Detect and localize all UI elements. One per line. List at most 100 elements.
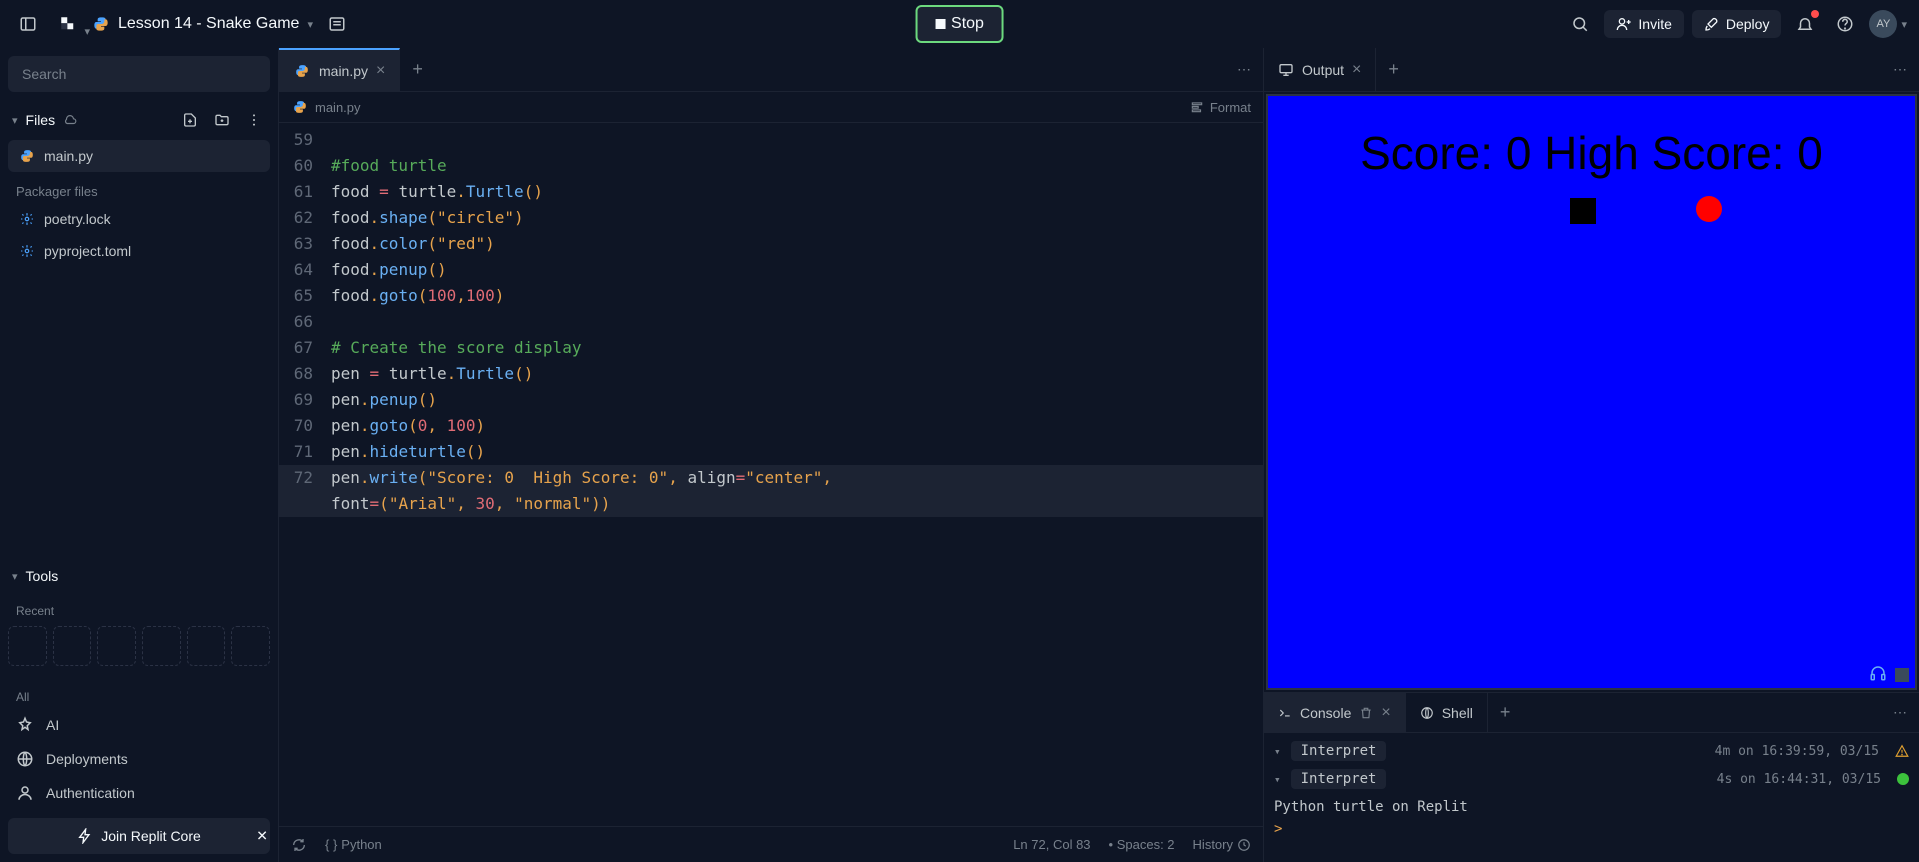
replit-logo-icon[interactable]: ▾ [52, 8, 84, 40]
tab-console[interactable]: Console × [1264, 693, 1406, 732]
tab-output[interactable]: Output × [1264, 48, 1376, 91]
line-number: 65 [279, 283, 331, 309]
code-content: food.color("red") [331, 231, 1263, 257]
code-line[interactable]: 67# Create the score display [279, 335, 1263, 361]
code-editor[interactable]: 5960#food turtle61food = turtle.Turtle()… [279, 123, 1263, 826]
close-icon[interactable]: × [1381, 704, 1390, 722]
spaces-indicator[interactable]: • Spaces: 2 [1109, 837, 1175, 852]
recent-placeholder[interactable] [231, 626, 270, 666]
console-body[interactable]: ▾Interpret4m on 16:39:59, 03/15▾Interpre… [1264, 733, 1919, 862]
recent-placeholder[interactable] [97, 626, 136, 666]
language-indicator[interactable]: { } Python [325, 837, 382, 852]
code-line[interactable]: 65food.goto(100,100) [279, 283, 1263, 309]
code-line[interactable]: 66 [279, 309, 1263, 335]
python-icon [92, 15, 110, 33]
close-icon[interactable]: × [376, 62, 385, 80]
output-canvas[interactable]: Score: 0 High Score: 0 [1266, 94, 1917, 690]
console-pane: Console × Shell + ⋯ ▾Interpret4m on 16:3… [1264, 692, 1919, 862]
line-number: 70 [279, 413, 331, 439]
join-core-label: Join Replit Core [101, 828, 201, 844]
code-line[interactable]: 59 [279, 127, 1263, 153]
tools-header[interactable]: ▾ Tools [8, 560, 270, 592]
invite-button[interactable]: Invite [1604, 10, 1683, 38]
sidebar: Search ▾ Files main.py Packager files po… [0, 48, 278, 862]
invite-label: Invite [1638, 16, 1671, 32]
file-item[interactable]: pyproject.toml [8, 235, 270, 267]
add-tab-button[interactable]: + [1376, 59, 1411, 80]
code-line[interactable]: 60#food turtle [279, 153, 1263, 179]
tool-item-authentication[interactable]: Authentication [8, 776, 270, 810]
code-content: food = turtle.Turtle() [331, 179, 1263, 205]
search-input[interactable]: Search [8, 56, 270, 92]
code-line[interactable]: 72pen.write("Score: 0 High Score: 0", al… [279, 465, 1263, 491]
resize-handle[interactable] [1895, 668, 1909, 682]
new-file-icon[interactable] [178, 108, 202, 132]
code-content: pen.write("Score: 0 High Score: 0", alig… [331, 465, 1263, 491]
add-tab-button[interactable]: + [1488, 702, 1523, 723]
refresh-icon[interactable] [291, 837, 307, 853]
code-line[interactable]: 68pen = turtle.Turtle() [279, 361, 1263, 387]
file-item[interactable]: main.py [8, 140, 270, 172]
code-content: food.goto(100,100) [331, 283, 1263, 309]
tabs-more-icon[interactable]: ⋯ [1881, 61, 1919, 78]
new-folder-icon[interactable] [210, 108, 234, 132]
recent-placeholder[interactable] [142, 626, 181, 666]
code-line[interactable]: 62food.shape("circle") [279, 205, 1263, 231]
tool-item-ai[interactable]: AI [8, 708, 270, 742]
avatar: AY [1869, 10, 1897, 38]
interpret-label: Interpret [1291, 741, 1387, 761]
tabs-more-icon[interactable]: ⋯ [1881, 704, 1919, 721]
format-button[interactable]: Format [1190, 100, 1251, 115]
tabs-more-icon[interactable]: ⋯ [1225, 61, 1263, 78]
recent-tools [8, 622, 270, 678]
layout-sidebar-icon[interactable] [12, 8, 44, 40]
tab-shell[interactable]: Shell [1406, 693, 1488, 732]
join-core-banner[interactable]: Join Replit Core ✕ [8, 818, 270, 854]
recent-placeholder[interactable] [8, 626, 47, 666]
breadcrumb-file[interactable]: main.py [315, 100, 361, 115]
tab-main-py[interactable]: main.py × [279, 48, 400, 91]
line-number: 68 [279, 361, 331, 387]
chevron-down-icon: ▾ [12, 114, 18, 127]
line-number: 61 [279, 179, 331, 205]
code-line[interactable]: 69pen.penup() [279, 387, 1263, 413]
status-ok-icon [1897, 773, 1909, 785]
deploy-button[interactable]: Deploy [1692, 10, 1782, 38]
code-line[interactable]: 63food.color("red") [279, 231, 1263, 257]
shell-icon [1420, 706, 1434, 720]
code-line[interactable]: 61food = turtle.Turtle() [279, 179, 1263, 205]
user-menu[interactable]: AY ▾ [1869, 10, 1907, 38]
project-title[interactable]: Lesson 14 - Snake Game ▾ [92, 15, 313, 33]
bell-icon[interactable] [1789, 8, 1821, 40]
file-item[interactable]: poetry.lock [8, 203, 270, 235]
line-number: 64 [279, 257, 331, 283]
tool-item-deployments[interactable]: Deployments [8, 742, 270, 776]
close-icon[interactable]: ✕ [252, 824, 272, 849]
code-line[interactable]: 64food.penup() [279, 257, 1263, 283]
code-content: # Create the score display [331, 335, 1263, 361]
packager-label: Packager files [8, 172, 270, 203]
stop-button[interactable]: Stop [915, 5, 1004, 43]
code-line[interactable]: 70pen.goto(0, 100) [279, 413, 1263, 439]
food-dot [1696, 196, 1722, 222]
recent-placeholder[interactable] [53, 626, 92, 666]
close-icon[interactable]: × [1352, 61, 1361, 79]
trash-icon[interactable] [1359, 706, 1373, 720]
file-icon [20, 212, 34, 226]
all-label: All [8, 678, 270, 708]
headphone-icon[interactable] [1869, 664, 1887, 682]
cursor-position[interactable]: Ln 72, Col 83 [1013, 837, 1090, 852]
add-tab-button[interactable]: + [400, 59, 435, 80]
console-row[interactable]: ▾Interpret4s on 16:44:31, 03/15 [1274, 765, 1909, 793]
search-icon[interactable] [1564, 8, 1596, 40]
console-row[interactable]: ▾Interpret4m on 16:39:59, 03/15 [1274, 737, 1909, 765]
code-line[interactable]: font=("Arial", 30, "normal")) [279, 491, 1263, 517]
project-settings-icon[interactable] [321, 8, 353, 40]
code-line[interactable]: 71pen.hideturtle() [279, 439, 1263, 465]
history-button[interactable]: History [1193, 837, 1251, 852]
score-text: Score: 0 High Score: 0 [1268, 126, 1915, 180]
files-header[interactable]: ▾ Files [8, 100, 270, 140]
recent-placeholder[interactable] [187, 626, 226, 666]
more-icon[interactable] [242, 108, 266, 132]
help-icon[interactable] [1829, 8, 1861, 40]
